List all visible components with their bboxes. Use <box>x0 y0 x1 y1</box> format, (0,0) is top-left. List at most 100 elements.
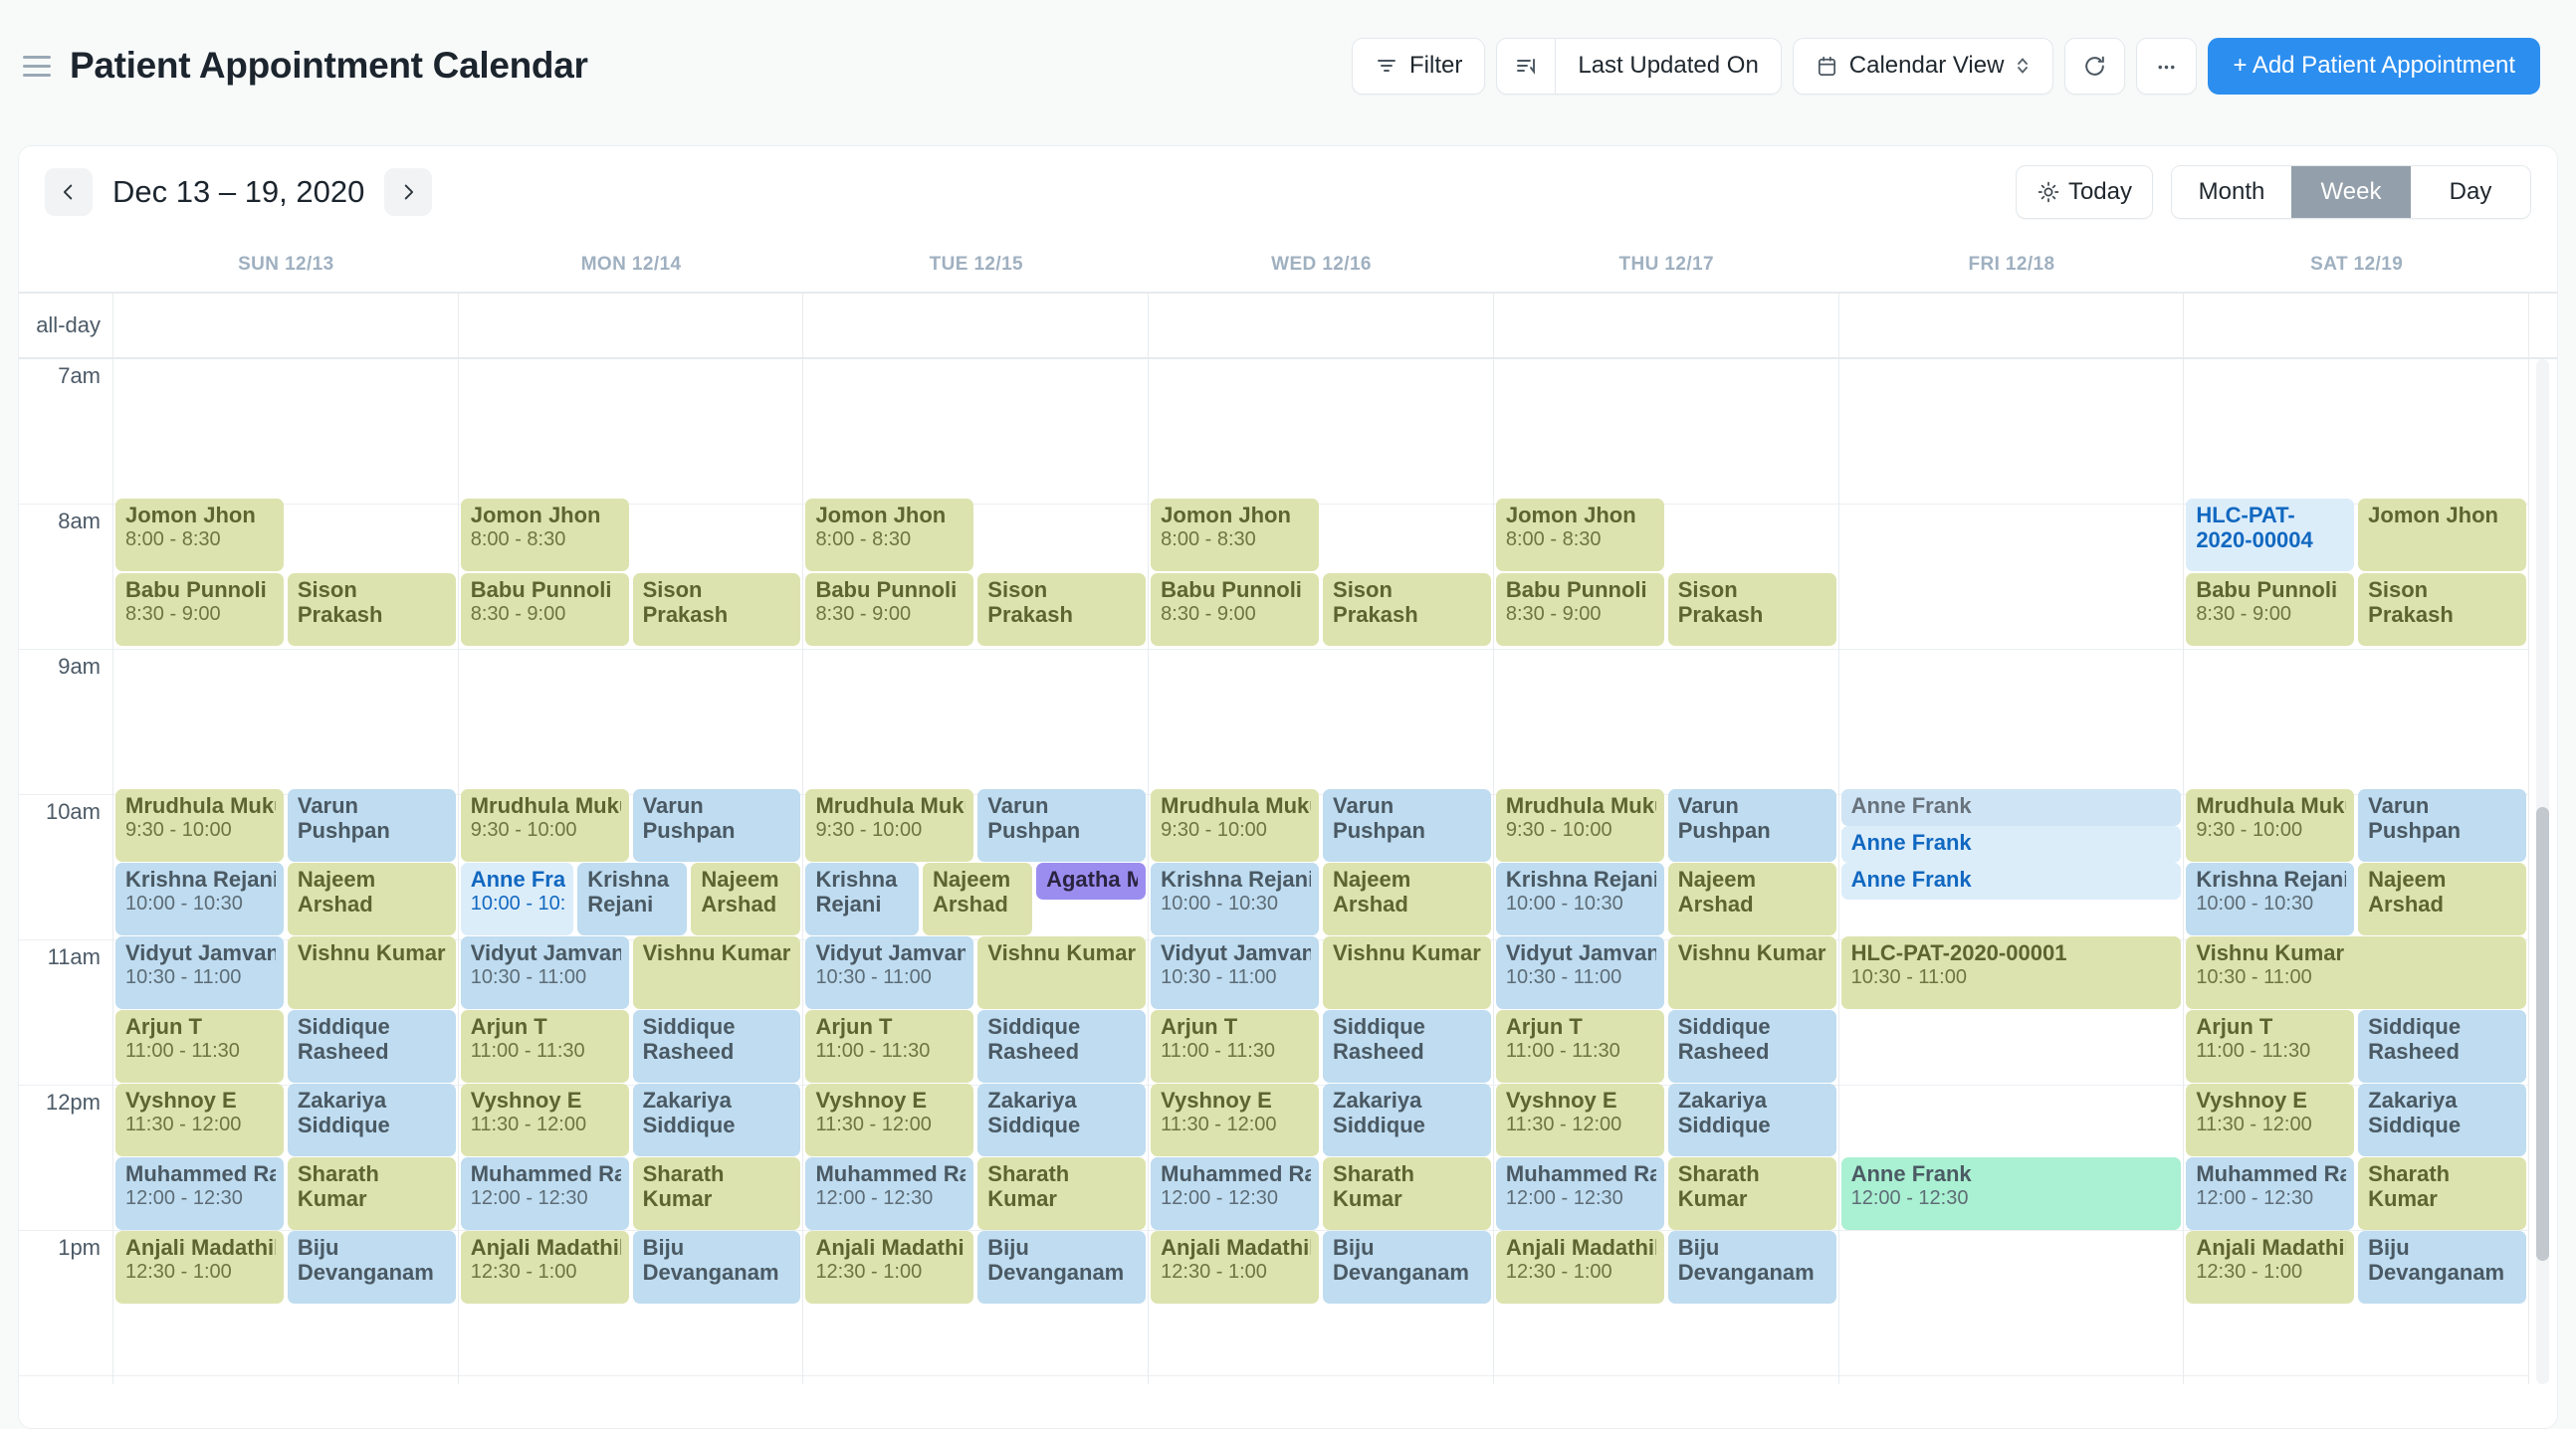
sort-direction-button[interactable] <box>1496 37 1556 95</box>
calendar-event[interactable]: Anjali Madathil 12:30 - 1:00 <box>2186 1231 2355 1304</box>
calendar-event[interactable]: Vishnu Kumar <box>977 936 1147 1009</box>
calendar-event[interactable]: Biju Devanganam <box>1667 1231 1836 1304</box>
calendar-event[interactable]: Arjun T 11:00 - 11:30 <box>115 1010 284 1083</box>
grid-cell[interactable] <box>2184 359 2529 505</box>
calendar-event[interactable]: Varun Pushpan <box>2358 789 2527 862</box>
calendar-event[interactable]: Najeem Arshad <box>691 863 801 935</box>
calendar-event[interactable]: Jomon Jhon 8:00 - 8:30 <box>805 499 974 571</box>
grid-cell[interactable] <box>1838 650 2184 795</box>
calendar-event[interactable]: Babu Punnoli 8:30 - 9:00 <box>1151 573 1320 646</box>
calendar-event[interactable]: Vidyut Jamvant 10:30 - 11:00 <box>460 936 629 1009</box>
calendar-event[interactable]: Jomon Jhon 8:00 - 8:30 <box>115 499 284 571</box>
calendar-event[interactable]: Krishna Rejani <box>577 863 688 935</box>
scrollbar-thumb[interactable] <box>2536 807 2550 1261</box>
calendar-event[interactable]: Sison Prakash <box>287 573 456 646</box>
calendar-event[interactable]: Sharath Kumar <box>1667 1157 1836 1230</box>
calendar-event[interactable]: Najeem Arshad <box>1323 863 1491 935</box>
calendar-event[interactable]: Krishna Rejani <box>805 863 919 935</box>
calendar-event[interactable]: Muhammed Rafi12:00 - 12:30 <box>1495 1157 1664 1230</box>
calendar-event[interactable]: Muhammed Rafi12:00 - 12:30 <box>115 1157 284 1230</box>
hamburger-icon[interactable] <box>18 47 56 85</box>
all-day-cell-0[interactable] <box>113 294 459 357</box>
calendar-event[interactable]: Najeem Arshad <box>287 863 456 935</box>
filter-button[interactable]: Filter <box>1352 37 1486 95</box>
grid-cell[interactable] <box>1149 359 1493 505</box>
calendar-event[interactable]: Jomon Jhon 8:00 - 8:30 <box>1151 499 1320 571</box>
calendar-event[interactable]: Siddique Rasheed <box>1323 1010 1491 1083</box>
calendar-event[interactable]: Vishnu Kumar <box>632 936 801 1009</box>
calendar-event[interactable]: Najeem Arshad <box>922 863 1033 935</box>
calendar-event[interactable]: Krishna Rejani 10:00 - 10:30 <box>115 863 284 935</box>
day-column-5[interactable]: Anne Frank Anne Frank Anne Frank HLC-PAT-20… <box>1838 359 2185 1384</box>
calendar-event[interactable]: Biju Devanganam <box>1323 1231 1491 1304</box>
calendar-event[interactable]: Sharath Kumar <box>632 1157 801 1230</box>
calendar-event[interactable]: Muhammed Rafi12:00 - 12:30 <box>1151 1157 1320 1230</box>
calendar-event[interactable]: Siddique Rasheed <box>977 1010 1147 1083</box>
calendar-event[interactable]: Vishnu Kumar <box>1323 936 1491 1009</box>
calendar-event[interactable]: Muhammed Rafi12:00 - 12:30 <box>460 1157 629 1230</box>
calendar-event[interactable]: Anne Frank10:00 - 10:30 <box>460 863 574 935</box>
view-button-day[interactable]: Day <box>2411 166 2530 218</box>
calendar-view-selector[interactable]: Calendar View <box>1792 37 2054 95</box>
calendar-event[interactable]: Varun Pushpan <box>632 789 801 862</box>
calendar-event[interactable]: Sharath Kumar <box>1323 1157 1491 1230</box>
calendar-event[interactable]: Arjun T 11:00 - 11:30 <box>1151 1010 1320 1083</box>
calendar-event[interactable]: Babu Punnoli 8:30 - 9:00 <box>805 573 974 646</box>
calendar-event[interactable]: Zakariya Siddique <box>287 1084 456 1156</box>
calendar-event[interactable]: Vyshnoy E 11:30 - 12:00 <box>2186 1084 2355 1156</box>
calendar-event[interactable]: HLC-PAT-2020-00001 10:30 - 11:00 <box>1840 936 2182 1009</box>
calendar-event[interactable]: Krishna Rejani 10:00 - 10:30 <box>1151 863 1320 935</box>
next-week-button[interactable] <box>384 168 433 216</box>
calendar-event[interactable]: Sison Prakash <box>632 573 801 646</box>
all-day-cell-6[interactable] <box>2184 294 2530 357</box>
calendar-event[interactable]: Anne Frank 12:00 - 12:30 <box>1840 1157 2182 1230</box>
all-day-cell-1[interactable] <box>459 294 804 357</box>
calendar-event[interactable]: Vidyut Jamvant 10:30 - 11:00 <box>805 936 974 1009</box>
all-day-cell-5[interactable] <box>1839 294 2185 357</box>
calendar-event[interactable]: Krishna Rejani 10:00 - 10:30 <box>1495 863 1664 935</box>
calendar-event[interactable]: Babu Punnoli 8:30 - 9:00 <box>2186 573 2355 646</box>
calendar-event[interactable]: Vyshnoy E 11:30 - 12:00 <box>805 1084 974 1156</box>
calendar-event[interactable]: Najeem Arshad <box>1667 863 1836 935</box>
grid-cell[interactable] <box>803 359 1149 505</box>
calendar-event[interactable]: Mrudhula Mukundan9:30 - 10:00 <box>1495 789 1664 862</box>
calendar-event[interactable]: Muhammed Rafi12:00 - 12:30 <box>2186 1157 2355 1230</box>
calendar-event[interactable]: Arjun T 11:00 - 11:30 <box>460 1010 629 1083</box>
grid-cell[interactable] <box>1493 359 1838 505</box>
calendar-event[interactable]: Zakariya Siddique <box>2358 1084 2527 1156</box>
calendar-event[interactable]: Sharath Kumar <box>2358 1157 2527 1230</box>
all-day-cell-2[interactable] <box>803 294 1150 357</box>
grid-cell[interactable] <box>1493 650 1838 795</box>
calendar-event[interactable]: Varun Pushpan <box>287 789 456 862</box>
day-column-4[interactable]: Jomon Jhon 8:00 - 8:30 Babu Punnoli 8:30 - … <box>1493 359 1839 1384</box>
grid-cell[interactable] <box>1838 1231 2184 1376</box>
calendar-event[interactable]: Biju Devanganam <box>287 1231 456 1304</box>
day-column-1[interactable]: Jomon Jhon 8:00 - 8:30 Babu Punnoli 8:30 - … <box>458 359 804 1384</box>
calendar-event[interactable]: Vishnu Kumar <box>287 936 456 1009</box>
calendar-event[interactable]: Siddique Rasheed <box>632 1010 801 1083</box>
calendar-event[interactable]: Jomon Jhon 8:00 - 8:30 <box>1495 499 1664 571</box>
calendar-event[interactable]: Sison Prakash <box>977 573 1147 646</box>
calendar-event[interactable]: Siddique Rasheed <box>2358 1010 2527 1083</box>
grid-cell[interactable] <box>113 359 458 505</box>
calendar-event[interactable]: Zakariya Siddique <box>1667 1084 1836 1156</box>
calendar-event[interactable]: Babu Punnoli 8:30 - 9:00 <box>460 573 629 646</box>
calendar-event[interactable]: Siddique Rasheed <box>1667 1010 1836 1083</box>
calendar-event[interactable]: Sharath Kumar <box>287 1157 456 1230</box>
calendar-event[interactable]: Jomon Jhon 8:00 - 8:30 <box>460 499 629 571</box>
calendar-event[interactable]: Mrudhula Mukundan9:30 - 10:00 <box>460 789 629 862</box>
day-column-3[interactable]: Jomon Jhon 8:00 - 8:30 Babu Punnoli 8:30 - … <box>1149 359 1494 1384</box>
calendar-event[interactable]: Anne Frank <box>1840 863 2182 900</box>
calendar-event[interactable]: Najeem Arshad <box>2358 863 2527 935</box>
grid-cell[interactable] <box>803 650 1149 795</box>
calendar-event[interactable]: Zakariya Siddique <box>1323 1084 1491 1156</box>
calendar-event[interactable]: Biju Devanganam <box>977 1231 1147 1304</box>
calendar-event[interactable]: Arjun T 11:00 - 11:30 <box>2186 1010 2355 1083</box>
calendar-event[interactable]: Anne Frank <box>1840 826 2182 863</box>
calendar-event[interactable]: Jomon Jhon <box>2358 499 2527 571</box>
calendar-event[interactable]: Varun Pushpan <box>1323 789 1491 862</box>
grid-cell[interactable] <box>1838 505 2184 650</box>
calendar-event[interactable]: Sharath Kumar <box>977 1157 1147 1230</box>
refresh-button[interactable] <box>2064 37 2126 95</box>
calendar-event[interactable]: Vishnu Kumar <box>1667 936 1836 1009</box>
